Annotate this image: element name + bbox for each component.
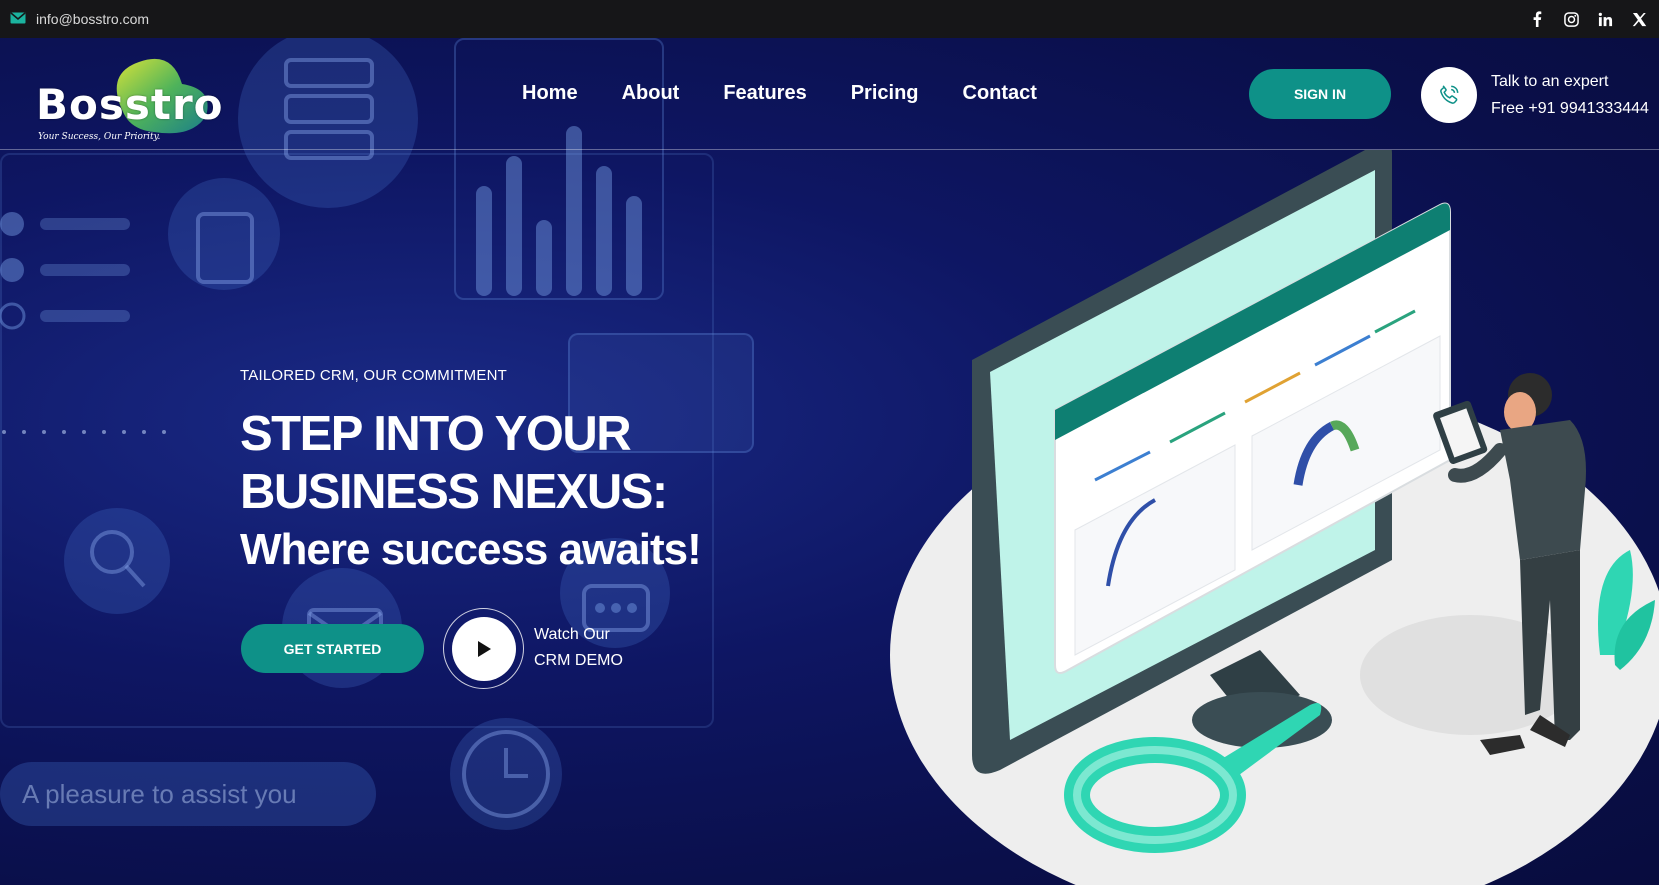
watch-demo-line2[interactable]: CRM DEMO <box>534 648 623 674</box>
phone-icon <box>1440 85 1459 104</box>
hero-subheadline: Where success awaits! <box>240 525 702 574</box>
nav-home[interactable]: Home <box>522 82 578 105</box>
sign-in-button[interactable]: SIGN IN <box>1249 69 1391 119</box>
linkedin-icon[interactable] <box>1597 11 1613 27</box>
x-icon[interactable] <box>1631 11 1647 27</box>
hero-headline-line2: BUSINESS NEXUS: <box>240 465 668 519</box>
nav-pricing[interactable]: Pricing <box>851 82 919 105</box>
top-bar: info@bosstro.com <box>0 0 1659 38</box>
expert-label: Talk to an expert <box>1491 73 1609 90</box>
assist-bubble-text: A pleasure to assist you <box>22 778 297 809</box>
assist-bubble-decoration: A pleasure to assist you <box>0 762 376 826</box>
instagram-icon[interactable] <box>1563 11 1579 27</box>
brand-tagline: Your Success, Our Priority. <box>38 132 161 142</box>
mail-icon <box>10 11 26 27</box>
main-nav: Home About Features Pricing Contact <box>522 82 1037 105</box>
nav-contact[interactable]: Contact <box>963 82 1037 105</box>
hero-eyebrow: TAILORED CRM, OUR COMMITMENT <box>240 367 507 384</box>
facebook-icon[interactable] <box>1529 11 1545 27</box>
email-text[interactable]: info@bosstro.com <box>36 11 149 27</box>
brand-name: Bosstro <box>36 80 224 129</box>
expert-phone[interactable]: Free +91 9941333444 <box>1491 95 1649 122</box>
play-button-inner[interactable] <box>451 616 516 681</box>
hero-headline: STEP INTO YOUR BUSINESS NEXUS: <box>240 405 668 521</box>
nav-about[interactable]: About <box>622 82 680 105</box>
get-started-button[interactable]: GET STARTED <box>241 624 424 673</box>
crm-dashboard-illustration <box>890 150 1659 885</box>
play-demo-button[interactable] <box>443 608 524 689</box>
social-links <box>1529 11 1647 27</box>
site-header: Bosstro Your Success, Our Priority. Home… <box>0 38 1659 150</box>
expert-contact: Talk to an expert Free +91 9941333444 <box>1491 68 1649 122</box>
nav-features[interactable]: Features <box>723 82 806 105</box>
watch-demo-text[interactable]: Watch Our CRM DEMO <box>534 622 623 674</box>
watch-demo-line1[interactable]: Watch Our <box>534 622 623 648</box>
play-icon <box>477 640 491 657</box>
hero-headline-line1: STEP INTO YOUR <box>240 407 632 461</box>
brand-logo[interactable]: Bosstro Your Success, Our Priority. <box>34 50 224 142</box>
contact-email[interactable]: info@bosstro.com <box>10 11 149 27</box>
call-button[interactable] <box>1421 67 1477 123</box>
